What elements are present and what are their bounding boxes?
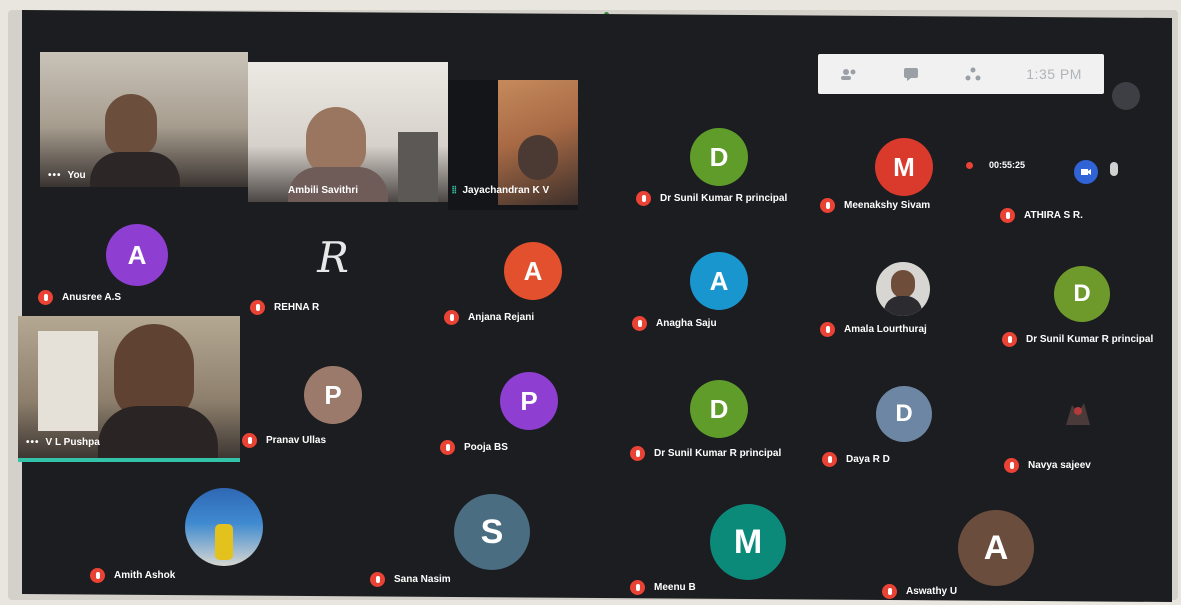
mic-muted-icon (820, 322, 835, 337)
participant-label: Anusree A.S (38, 290, 121, 305)
avatar: R (317, 232, 349, 282)
video-tile-pushpa[interactable]: ••• V L Pushpa (18, 316, 240, 462)
participant-label: Navya sajeev (1004, 458, 1091, 473)
avatar: D (876, 386, 932, 442)
participant-label: Anjana Rejani (444, 310, 534, 325)
avatar: A (106, 224, 168, 286)
video-tile-you[interactable]: ••• You (40, 52, 248, 187)
avatar: P (304, 366, 362, 424)
self-avatar[interactable] (1112, 82, 1140, 110)
profile-photo-avatar (876, 262, 930, 316)
mic-muted-icon (38, 290, 53, 305)
profile-photo-avatar (185, 488, 263, 566)
mic-muted-icon (822, 452, 837, 467)
avatar: D (690, 380, 748, 438)
camera-toggle-icon[interactable] (1074, 160, 1098, 184)
participant-label: Amith Ashok (90, 568, 175, 583)
participant-label: Meenu B (630, 580, 696, 595)
speaking-icon: ⦙⦙ (452, 185, 457, 196)
participant-label: Aswathy U (882, 584, 957, 599)
tile-label: Jayachandran K V (462, 185, 550, 196)
mic-muted-icon (90, 568, 105, 583)
avatar: D (1054, 266, 1110, 322)
avatar: D (690, 128, 748, 186)
video-tile-ambili[interactable]: Ambili Savithri (248, 62, 448, 202)
more-options-icon[interactable]: ••• (26, 437, 40, 448)
photo-frame: 1:35 PM ••• You Ambili Savithri ⦙⦙ Jayach… (0, 0, 1181, 605)
mic-muted-icon (250, 300, 265, 315)
participant-label: Pranav Ullas (242, 433, 326, 448)
avatar: P (500, 372, 558, 430)
mic-muted-icon (636, 191, 651, 206)
mic-muted-icon (630, 580, 645, 595)
chat-icon[interactable] (902, 67, 920, 81)
mic-icon[interactable] (1110, 162, 1118, 176)
tile-label: Ambili Savithri (288, 185, 359, 196)
mic-muted-icon (242, 433, 257, 448)
participant-label: Meenakshy Sivam (820, 198, 930, 213)
avatar: S (454, 494, 530, 570)
profile-photo-avatar (1056, 392, 1100, 436)
participant-label: REHNA R (250, 300, 319, 315)
recording-dot-icon (966, 161, 973, 169)
mic-muted-icon (440, 440, 455, 455)
mic-muted-icon (882, 584, 897, 599)
participant-label: Daya R D (822, 452, 890, 467)
participant-label: Anagha Saju (632, 316, 717, 331)
avatar: A (958, 510, 1034, 586)
people-icon[interactable] (840, 67, 858, 81)
participant-label: ATHIRA S R. (1000, 208, 1083, 223)
mic-muted-icon (630, 446, 645, 461)
mic-muted-icon (1000, 208, 1015, 223)
participant-label: Amala Lourthuraj (820, 322, 927, 337)
clock-time: 1:35 PM (1026, 66, 1082, 82)
avatar: A (504, 242, 562, 300)
meeting-toolbar: 1:35 PM (818, 54, 1104, 94)
avatar: M (875, 138, 933, 196)
tile-label: V L Pushpa (45, 437, 100, 448)
mic-muted-icon (820, 198, 835, 213)
participant-label: Dr Sunil Kumar R principal (636, 191, 787, 206)
participant-label: Dr Sunil Kumar R principal (630, 446, 781, 461)
recording-indicator: 00:55:25 (966, 160, 1025, 170)
mic-muted-icon (1004, 458, 1019, 473)
avatar: M (710, 504, 786, 580)
mic-muted-icon (444, 310, 459, 325)
mic-muted-icon (1002, 332, 1017, 347)
mic-muted-icon (370, 572, 385, 587)
more-options-icon[interactable]: ••• (48, 170, 62, 181)
avatar: A (690, 252, 748, 310)
participant-label: Pooja BS (440, 440, 508, 455)
activities-icon[interactable] (964, 67, 982, 81)
mic-muted-icon (632, 316, 647, 331)
participant-label: Sana Nasim (370, 572, 451, 587)
participant-label: Dr Sunil Kumar R principal (1002, 332, 1153, 347)
tile-label: You (67, 170, 86, 181)
video-tile-jayachandran[interactable]: ⦙⦙ Jayachandran K V (448, 80, 578, 210)
